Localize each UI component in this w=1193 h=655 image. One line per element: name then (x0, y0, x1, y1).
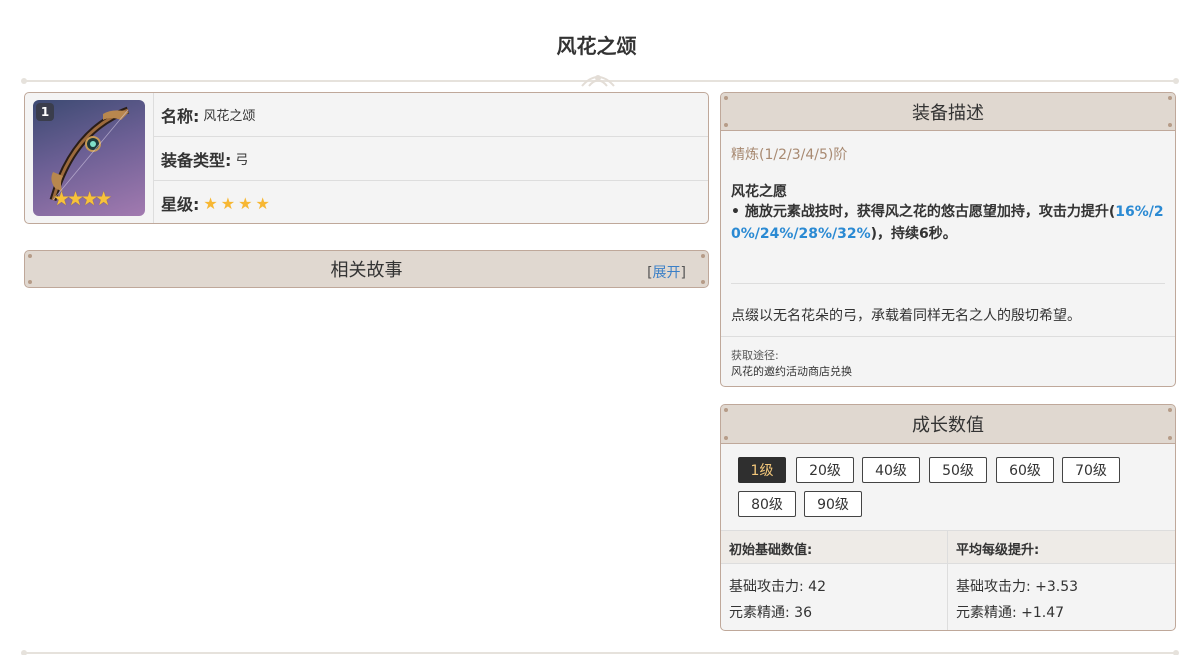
growth-title: 成长数值 (912, 415, 984, 436)
flavor-text: 点缀以无名花朵的弓，承载着同样无名之人的殷切希望。 (731, 308, 1081, 324)
story-section-header: 相关故事 [展开] (24, 250, 709, 288)
rarity-label: 星级: (161, 195, 200, 214)
name-value: 风花之颂 (203, 109, 256, 124)
description-header: 装备描述 (721, 93, 1175, 131)
equipment-description-panel: 装备描述 精炼(1/2/3/4/5)阶 风花之愿 • 施放元素战技时，获得风之花… (720, 92, 1176, 387)
passive-description: • 施放元素战技时，获得风之花的悠古愿望加持，攻击力提升(16%/20%/24%… (731, 204, 1164, 242)
star-rating: ★★★★ (203, 193, 273, 213)
type-value: 弓 (235, 153, 249, 168)
avg-em: 元素精通: +1.47 (956, 605, 1065, 621)
base-atk: 基础攻击力: 42 (729, 579, 826, 595)
level-button-40[interactable]: 40级 (862, 457, 920, 483)
source-value: 风花的邀约活动商店兑换 (731, 365, 852, 378)
growth-stats-panel: 成长数值 1级 20级 40级 50级 60级 70级 80级 90级 初始基础… (720, 404, 1176, 631)
type-label: 装备类型: (161, 150, 232, 170)
weapon-image: 1 ★★★★ (33, 100, 145, 216)
base-stats-header: 初始基础数值: (729, 543, 813, 558)
weapon-rarity-row: 星级: ★★★★ (154, 181, 708, 223)
avg-growth-header: 平均每级提升: (956, 543, 1040, 558)
level-button-1[interactable]: 1级 (738, 457, 786, 483)
story-title: 相关故事 (330, 260, 403, 281)
weapon-type-row: 装备类型: 弓 (154, 137, 708, 181)
weapon-name-row: 名称: 风花之颂 (154, 93, 708, 137)
base-em: 元素精通: 36 (729, 605, 812, 621)
level-button-70[interactable]: 70级 (1062, 457, 1120, 483)
refine-badge: 1 (36, 103, 54, 121)
expand-toggle[interactable]: [展开] (647, 262, 686, 282)
level-button-20[interactable]: 20级 (796, 457, 854, 483)
expand-link[interactable]: 展开 (653, 265, 681, 281)
level-button-50[interactable]: 50级 (929, 457, 987, 483)
level-button-60[interactable]: 60级 (996, 457, 1054, 483)
growth-header: 成长数值 (721, 405, 1175, 444)
image-star-rating: ★★★★ (53, 188, 112, 210)
level-button-90[interactable]: 90级 (804, 491, 862, 517)
bottom-divider (21, 650, 1179, 655)
passive-name: 风花之愿 (731, 184, 787, 200)
refine-levels: 精炼(1/2/3/4/5)阶 (731, 147, 848, 163)
ornament-icon (581, 75, 615, 87)
avg-atk: 基础攻击力: +3.53 (956, 579, 1079, 595)
source-label: 获取途径: (731, 349, 779, 362)
page-title: 风花之颂 (556, 34, 637, 58)
description-title: 装备描述 (912, 102, 984, 124)
name-label: 名称: (161, 106, 200, 126)
level-button-80[interactable]: 80级 (738, 491, 796, 517)
weapon-info-card: 1 ★★★★ 名称: 风花之颂 装备类型: 弓 星级: ★★★★ (24, 92, 709, 224)
